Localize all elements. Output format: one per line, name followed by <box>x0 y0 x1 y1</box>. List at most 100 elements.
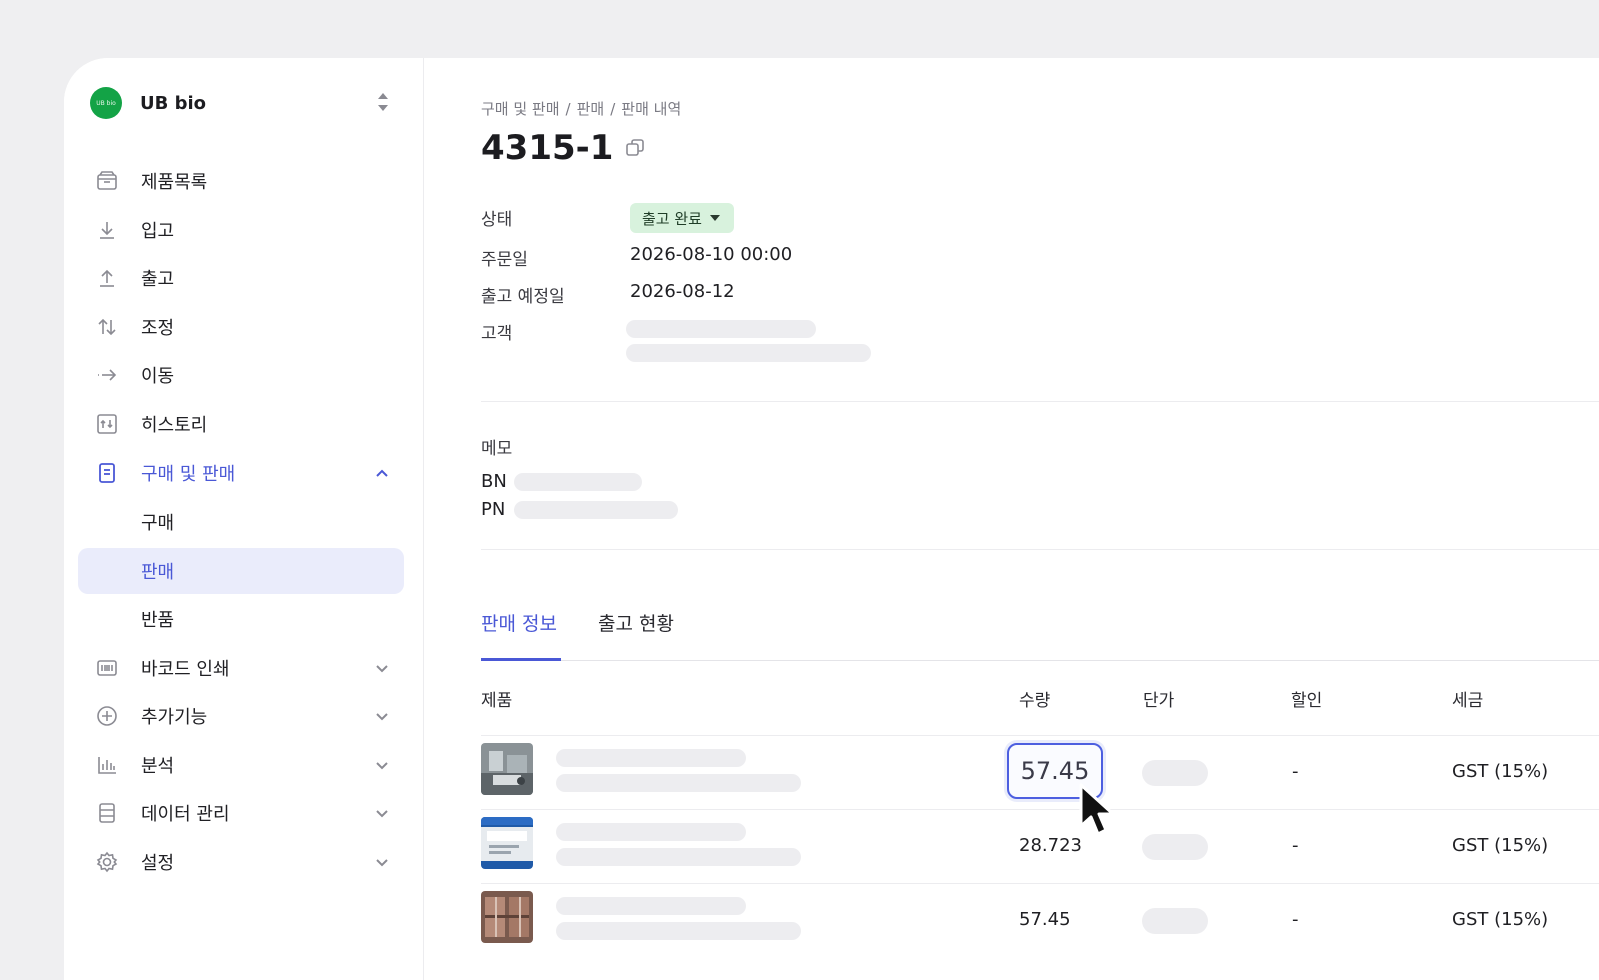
bar-chart-icon <box>98 757 116 774</box>
sidebar-item-label: 입고 <box>141 221 175 242</box>
discount-cell: - <box>1292 835 1299 856</box>
breadcrumb-item[interactable]: 구매 및 판매 <box>481 100 560 118</box>
sidebar-item-outbound[interactable]: 출고 <box>78 255 404 301</box>
sidebar-item-label: 조정 <box>141 318 175 339</box>
plus-circle-icon <box>97 706 117 726</box>
table-row[interactable]: 57.45 - GST (15%) <box>481 735 1599 809</box>
discount-cell: - <box>1292 761 1299 782</box>
barcode-icon <box>97 660 117 676</box>
history-chart-icon <box>97 414 117 434</box>
breadcrumb-item[interactable]: 판매 내역 <box>621 100 681 118</box>
sidebar-item-analytics[interactable]: 분석 <box>78 742 404 788</box>
product-sku-placeholder <box>556 848 801 866</box>
memo-bn-label: BN <box>481 471 507 492</box>
sidebar-item-settings[interactable]: 설정 <box>78 839 404 885</box>
order-date-value: 2026-08-10 00:00 <box>630 244 793 265</box>
product-name-placeholder <box>556 897 746 915</box>
quantity-cell[interactable]: 57.45 <box>1019 909 1071 930</box>
discount-cell: - <box>1292 909 1299 930</box>
chevron-down-icon <box>376 713 388 721</box>
breadcrumb-item[interactable]: 판매 <box>577 100 605 118</box>
sidebar-item-history[interactable]: 히스토리 <box>78 401 404 447</box>
unit-price-placeholder <box>1142 908 1208 934</box>
sidebar-item-label: 바코드 인쇄 <box>141 659 230 680</box>
sidebar: UB bio UB bio 제품목록 입고 출고 조정 이동 히스토리 구매 및… <box>64 58 424 980</box>
document-icon <box>99 463 115 483</box>
sidebar-item-products[interactable]: 제품목록 <box>78 158 404 204</box>
tab-sales-info[interactable]: 판매 정보 <box>481 609 557 636</box>
sidebar-item-label: 제품목록 <box>141 172 208 193</box>
customer-name-placeholder <box>626 320 816 338</box>
sidebar-item-barcode[interactable]: 바코드 인쇄 <box>78 645 404 691</box>
sidebar-item-transfer[interactable]: 이동 <box>78 352 404 398</box>
breadcrumb: 구매 및 판매 / 판매 / 판매 내역 <box>481 98 681 119</box>
sidebar-item-label: 이동 <box>141 366 175 387</box>
product-sku-placeholder <box>556 774 801 792</box>
sidebar-item-adjust[interactable]: 조정 <box>78 304 404 350</box>
customer-address-placeholder <box>626 344 871 362</box>
tax-cell: GST (15%) <box>1452 761 1549 782</box>
column-header-tax: 세금 <box>1452 691 1484 711</box>
sidebar-item-label: 데이터 관리 <box>141 804 230 825</box>
breadcrumb-separator: / <box>610 100 616 118</box>
copy-icon[interactable] <box>625 138 645 158</box>
sidebar-item-purchase-sales[interactable]: 구매 및 판매 <box>78 450 404 496</box>
quantity-cell[interactable]: 28.723 <box>1019 835 1082 856</box>
sidebar-item-label: 판매 <box>141 562 175 583</box>
sort-updown-icon[interactable] <box>376 90 390 114</box>
memo-bn-placeholder <box>514 473 642 491</box>
sidebar-item-data-management[interactable]: 데이터 관리 <box>78 790 404 836</box>
gear-icon <box>96 851 118 873</box>
swap-vertical-icon <box>98 318 116 336</box>
sidebar-item-label: 구매 및 판매 <box>141 464 236 485</box>
chevron-down-icon <box>376 665 388 673</box>
status-dropdown[interactable]: 출고 완료 <box>630 203 734 233</box>
product-thumbnail <box>481 817 533 869</box>
mouse-cursor-icon <box>1079 783 1115 836</box>
sidebar-item-inbound[interactable]: 입고 <box>78 207 404 253</box>
table-row[interactable]: 28.723 - GST (15%) <box>481 809 1599 883</box>
sidebar-item-sales[interactable]: 판매 <box>78 548 404 594</box>
chevron-down-icon <box>376 762 388 770</box>
sidebar-item-label: 반품 <box>141 610 175 631</box>
sidebar-item-label: 추가기능 <box>141 707 208 728</box>
memo-label: 메모 <box>481 439 513 459</box>
active-tab-indicator <box>481 658 561 661</box>
table-row[interactable]: 57.45 - GST (15%) <box>481 883 1599 957</box>
chevron-down-icon <box>376 859 388 867</box>
chevron-down-icon <box>376 810 388 818</box>
order-date-label: 주문일 <box>481 250 528 270</box>
status-label: 상태 <box>481 210 513 230</box>
tabs-baseline <box>481 660 1599 661</box>
chevron-up-icon <box>376 469 388 477</box>
unit-price-placeholder <box>1142 834 1208 860</box>
product-name-placeholder <box>556 823 746 841</box>
column-header-product: 제품 <box>481 691 513 711</box>
ship-date-label: 출고 예정일 <box>481 287 565 307</box>
column-header-discount: 할인 <box>1291 691 1323 711</box>
sidebar-item-label: 설정 <box>141 853 175 874</box>
box-icon <box>97 171 117 190</box>
org-name: UB bio <box>140 92 207 114</box>
arrow-right-icon <box>98 369 117 381</box>
sidebar-item-label: 구매 <box>141 513 175 534</box>
org-switcher[interactable]: UB bio UB bio <box>90 86 390 120</box>
column-header-unit-price: 단가 <box>1143 691 1175 711</box>
tax-cell: GST (15%) <box>1452 835 1549 856</box>
org-logo: UB bio <box>90 87 122 119</box>
sidebar-item-label: 분석 <box>141 756 175 777</box>
page-title: 4315-1 <box>481 128 614 168</box>
sidebar-item-label: 출고 <box>141 269 175 290</box>
breadcrumb-separator: / <box>565 100 571 118</box>
page-title-row: 4315-1 <box>481 128 645 168</box>
tab-shipping-status[interactable]: 출고 현황 <box>598 609 674 636</box>
main-content: 구매 및 판매 / 판매 / 판매 내역 4315-1 상태 출고 완료 주문일 202… <box>424 58 1599 980</box>
sidebar-item-label: 히스토리 <box>141 415 208 436</box>
sidebar-item-addons[interactable]: 추가기능 <box>78 693 404 739</box>
product-name-placeholder <box>556 749 746 767</box>
sidebar-item-purchase[interactable]: 구매 <box>78 499 404 545</box>
caret-down-icon <box>709 215 720 221</box>
database-icon <box>99 803 115 823</box>
sidebar-item-returns[interactable]: 반품 <box>78 596 404 642</box>
product-thumbnail <box>481 891 533 943</box>
